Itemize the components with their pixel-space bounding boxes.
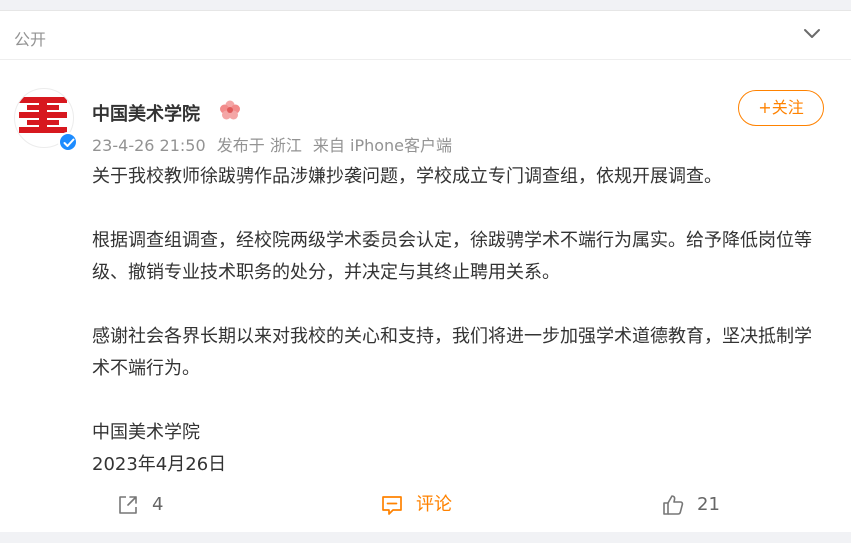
- post-time[interactable]: 23-4-26 21:50: [92, 136, 206, 155]
- visibility-label: 公开: [14, 30, 47, 49]
- weibo-post-card: 公开 中国美术学院 23-4-26 21:50 发布于 浙江 来自 iPhone…: [0, 10, 851, 532]
- share-count: 4: [152, 494, 164, 515]
- like-count: 21: [697, 494, 720, 515]
- chevron-down-icon[interactable]: [803, 28, 821, 40]
- verified-icon: [58, 132, 78, 152]
- post-paragraph: 感谢社会各界长期以来对我校的关心和支持，我们将进一步加强学术道德教育，坚决抵制学…: [92, 326, 812, 379]
- author-name[interactable]: 中国美术学院: [92, 100, 200, 126]
- comment-label: 评论: [416, 494, 452, 515]
- post-source: 来自 iPhone客户端: [312, 136, 453, 155]
- member-badge-icon[interactable]: [219, 99, 241, 121]
- avatar[interactable]: [14, 88, 78, 152]
- action-bar: 4 评论 21: [0, 485, 851, 525]
- follow-button[interactable]: +关注: [738, 90, 824, 126]
- post-paragraph: 根据调查组调查，经校院两级学术委员会认定，徐跋骋学术不端行为属实。给予降低岗位等…: [92, 230, 812, 283]
- visibility-bar[interactable]: 公开: [0, 11, 851, 60]
- page-background: [0, 0, 851, 10]
- post-content: 关于我校教师徐跋骋作品涉嫌抄袭问题，学校成立专门调查组，依规开展调查。 根据调查…: [92, 161, 828, 481]
- post-location: 发布于 浙江: [216, 136, 302, 155]
- post-signature: 中国美术学院: [92, 422, 200, 443]
- post-meta: 23-4-26 21:50 发布于 浙江 来自 iPhone客户端: [92, 132, 458, 156]
- comment-icon: [382, 496, 402, 515]
- like-icon: [663, 495, 684, 515]
- post-paragraph: 关于我校教师徐跋骋作品涉嫌抄袭问题，学校成立专门调查组，依规开展调查。: [92, 166, 722, 187]
- share-icon: [119, 496, 137, 514]
- post-date: 2023年4月26日: [92, 454, 227, 475]
